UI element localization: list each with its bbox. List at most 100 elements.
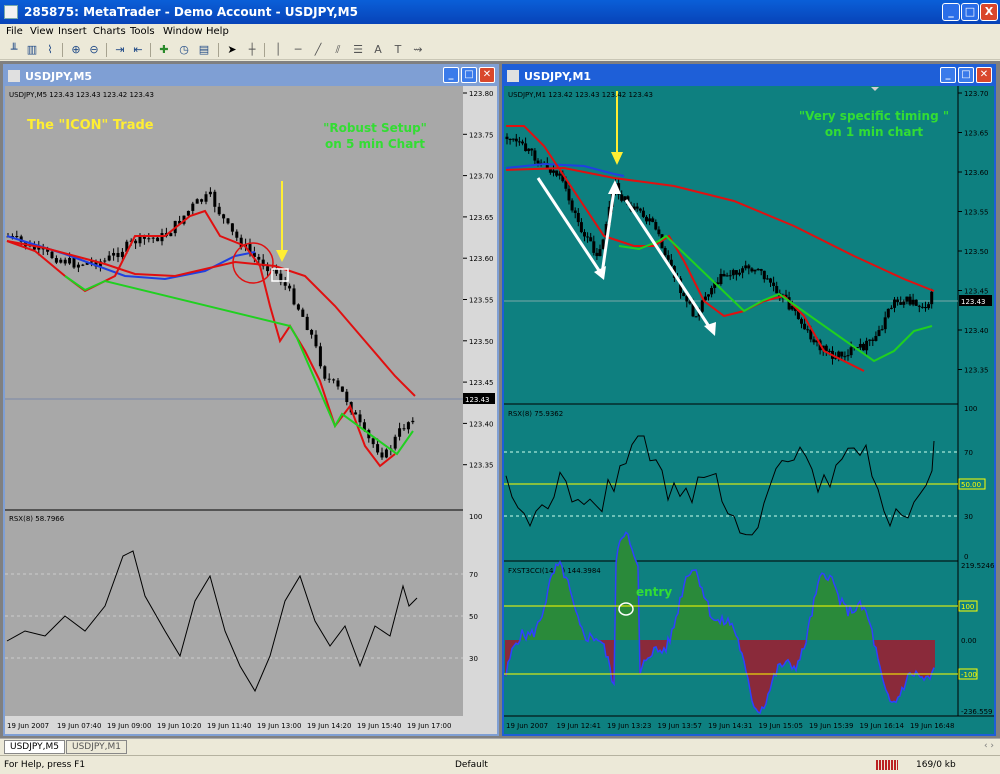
templates-icon[interactable]: ▤ [196,42,212,58]
chart-shift-icon[interactable]: ⇥ [112,42,128,58]
candle-body [710,287,714,295]
minimize-button[interactable]: _ [942,3,960,21]
candle-body [579,222,583,233]
cci-bar [889,640,891,702]
menu-window[interactable]: Window [163,26,202,37]
current-price-label: 123.43 [465,396,490,404]
cci-bar [557,565,559,640]
candle-body [398,428,402,437]
cci-bar [893,640,895,702]
candle-body [570,200,574,211]
cci-bar [929,640,931,679]
zoom-out-icon[interactable]: ⊖ [86,42,102,58]
chart-canvas-m1[interactable]: 123.70 123.65 123.60 123.55 123.50 123.45 123.… [504,86,995,734]
cci-bar [925,640,927,677]
chart-close-button[interactable]: ✕ [976,67,992,83]
tab-usdjpy-m1[interactable]: USDJPY,M1 [66,740,127,754]
chart-window-usdjpy-m1[interactable]: USDJPY,M1 _ □ ✕ 123.70 123.65 123.60 123.55… [502,64,996,736]
channel-icon[interactable]: ⫽ [330,42,346,58]
arrows-icon[interactable]: ⇝ [410,42,426,58]
candle-body [120,251,124,258]
candle-body [871,339,875,341]
candle-body [380,452,384,458]
candle-body [908,296,912,305]
price-tick-label: 123.75 [469,131,494,139]
cursor-icon[interactable]: ➤ [224,42,240,58]
chart-body-m5[interactable]: 123.80 123.75 123.70 123.65 123.60 123.55 123.… [5,86,497,734]
cci-bar [723,624,725,640]
cci-bar [857,604,859,640]
crosshair-icon[interactable]: ┼ [244,42,260,58]
chart-body-m1[interactable]: 123.70 123.65 123.60 123.55 123.50 123.45 123.… [504,86,995,734]
menu-file[interactable]: File [6,26,23,37]
menu-help[interactable]: Help [206,26,229,37]
cci-bottom-tick: -236.559 [961,708,992,716]
cci-bar [681,596,683,640]
text-icon[interactable]: A [370,42,386,58]
menu-view[interactable]: View [30,26,54,37]
rsx-header-text: RSX(8) 75.9362 [508,410,563,418]
indicators-icon[interactable]: ✚ [156,42,172,58]
tab-scroll-arrows[interactable]: ‹ › [984,741,994,751]
zoom-in-icon[interactable]: ⊕ [68,42,84,58]
menu-tools[interactable]: Tools [130,26,155,37]
candle-body [719,273,723,285]
chart-maximize-button[interactable]: □ [461,67,477,83]
price-tick-label: 123.35 [469,462,494,470]
chart-canvas-m5[interactable]: 123.80 123.75 123.70 123.65 123.60 123.55 123.… [5,86,497,734]
menu-charts[interactable]: Charts [93,26,126,37]
rsx-mid-label: 50.00 [961,481,981,489]
cci-bar [765,640,767,704]
maximize-button[interactable]: □ [961,3,979,21]
line-chart-icon[interactable]: ⌇ [42,42,58,58]
candle-body [592,241,596,253]
candle-body [402,428,406,430]
candle-body [924,307,927,309]
menu-insert[interactable]: Insert [58,26,87,37]
cci-bar [693,570,695,640]
cci-bar [883,640,885,684]
cci-bar [643,640,645,661]
candle-body [116,252,120,258]
chart-window-usdjpy-m5[interactable]: USDJPY,M5 _ □ ✕ 123.80 123.75 123.70 123.65… [3,64,499,736]
cci-bar [913,640,915,676]
candle-body [663,248,667,256]
label-icon[interactable]: T [390,42,406,58]
cci-bar [843,603,845,640]
cci-bar [927,640,929,677]
candle-body [112,252,116,256]
chart-maximize-button[interactable]: □ [958,67,974,83]
vertical-line-icon[interactable]: │ [270,42,286,58]
cci-bar [653,640,655,648]
fibonacci-icon[interactable]: ☰ [350,42,366,58]
annotation-specific-timing: "Very specific timing " [799,109,949,123]
chart-close-button[interactable]: ✕ [479,67,495,83]
cci-bar [659,640,661,651]
rsx-tick-label: 100 [469,513,482,521]
chart-minimize-button[interactable]: _ [940,67,956,83]
candle-chart-icon[interactable]: ▥ [24,42,40,58]
time-label: 19 Jun 14:31 [708,722,752,730]
price-tick-label: 123.65 [964,130,989,138]
cci-lower-label: -100 [961,671,977,679]
app-icon [4,5,18,19]
cci-bar [829,575,831,640]
chart-minimize-button[interactable]: _ [443,67,459,83]
cci-bar [907,640,909,674]
tab-usdjpy-m5[interactable]: USDJPY,M5 [4,740,65,754]
horizontal-line-icon[interactable]: ─ [290,42,306,58]
trendline-icon[interactable]: ╱ [310,42,326,58]
bar-chart-icon[interactable]: ╨ [6,42,22,58]
cci-bar [831,577,833,640]
candle-body [134,240,138,244]
candle-body [160,233,164,242]
chart-tabs: USDJPY,M5 USDJPY,M1 ‹ › [0,738,1000,754]
candle-body [896,299,900,303]
close-button[interactable]: X [980,3,998,21]
rsx-tick-label: 70 [469,571,478,579]
cci-bar [811,615,813,640]
periods-icon[interactable]: ◷ [176,42,192,58]
autoscroll-icon[interactable]: ⇤ [130,42,146,58]
candle-body [336,380,340,387]
candle-body [76,264,80,268]
